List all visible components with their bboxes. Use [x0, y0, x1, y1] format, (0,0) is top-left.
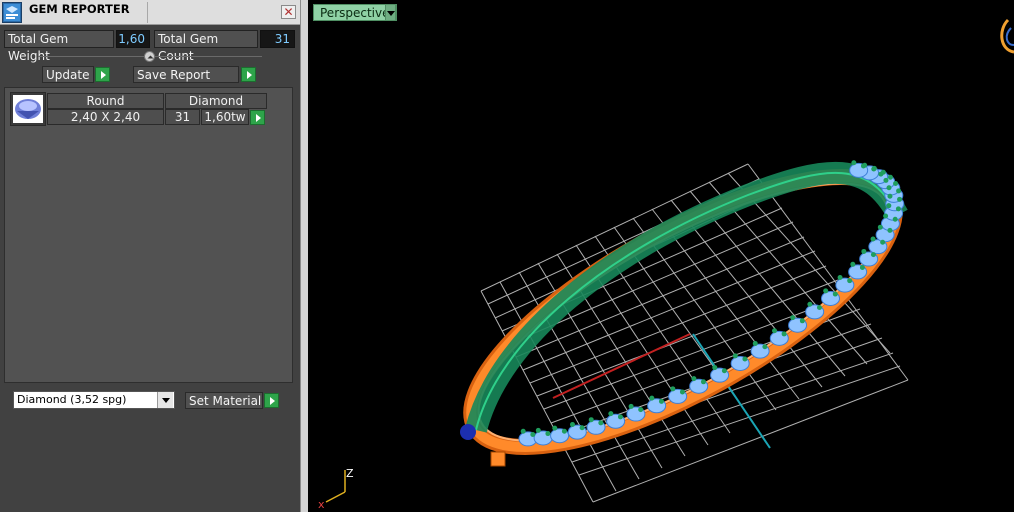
bangle-model — [460, 161, 908, 467]
prong — [670, 386, 676, 392]
prong — [799, 318, 805, 324]
prong — [691, 376, 697, 382]
prong — [679, 389, 685, 395]
gem-reporter-icon — [2, 2, 22, 23]
view-mode-dropdown-icon[interactable] — [385, 4, 396, 21]
prong — [823, 288, 829, 294]
prong — [880, 169, 886, 175]
prong — [588, 417, 594, 423]
prong — [569, 422, 575, 428]
prong — [892, 216, 898, 222]
prong — [561, 428, 567, 434]
prong — [837, 274, 843, 280]
total-gem-weight-label: Total Gem Weight — [4, 30, 114, 63]
prong — [520, 428, 526, 434]
total-gem-count-label: Total Gem Count — [154, 30, 258, 63]
round-gem-icon — [10, 92, 46, 126]
axis-x-label: x — [318, 498, 325, 511]
prong — [893, 181, 899, 187]
3d-viewport[interactable]: Z x — [308, 0, 1014, 512]
gem-row-play-arrow-icon[interactable] — [250, 110, 265, 125]
prong — [752, 341, 758, 347]
prong — [886, 203, 892, 209]
gem-type-cell: Diamond — [165, 93, 267, 109]
title-divider — [147, 2, 148, 23]
prong — [870, 236, 876, 242]
corner-logo-icon — [1000, 18, 1014, 54]
prong — [732, 353, 738, 359]
save-report-button[interactable]: Save Report — [133, 66, 239, 83]
prong — [883, 213, 889, 219]
total-gem-weight-value: 1,60 — [116, 30, 150, 48]
prong — [772, 328, 778, 334]
prong — [700, 379, 706, 385]
prong — [847, 278, 853, 284]
axis-gizmo — [325, 470, 346, 503]
prong — [742, 356, 748, 362]
gem-count-cell: 31 — [165, 109, 200, 125]
panel-splitter[interactable] — [300, 0, 308, 512]
panel-title: GEM REPORTER — [29, 2, 130, 16]
axis-z-label: Z — [346, 467, 354, 480]
prong — [859, 265, 865, 271]
prong — [628, 403, 634, 409]
save-report-play-arrow-icon[interactable] — [241, 67, 256, 82]
prong — [887, 193, 893, 199]
prong — [638, 407, 644, 413]
prong — [579, 425, 585, 431]
gem-weight-cell: 1,60tw — [201, 109, 249, 125]
prong — [895, 206, 901, 212]
update-play-arrow-icon[interactable] — [95, 67, 110, 82]
prong — [887, 174, 893, 180]
set-material-play-arrow-icon[interactable] — [264, 393, 279, 408]
prong — [897, 196, 903, 202]
prong — [598, 420, 604, 426]
prong — [816, 304, 822, 310]
gem-list — [4, 87, 293, 383]
prong — [832, 291, 838, 297]
prong — [790, 315, 796, 321]
close-icon[interactable]: ✕ — [281, 5, 296, 19]
gem-shape-cell: Round — [47, 93, 164, 109]
prong — [870, 252, 876, 258]
prong — [883, 177, 889, 183]
prong — [886, 185, 892, 191]
collapse-arrow-icon[interactable] — [144, 51, 155, 62]
set-material-button[interactable]: Set Material — [185, 392, 263, 409]
prong — [871, 165, 877, 171]
prong — [896, 188, 902, 194]
total-gem-count-value: 31 — [260, 30, 295, 48]
prong — [617, 414, 623, 420]
prong — [850, 261, 856, 267]
prong — [721, 368, 727, 374]
prong — [880, 239, 886, 245]
prong — [860, 163, 866, 169]
material-select[interactable]: Diamond (3,52 spg) — [13, 391, 175, 409]
prong — [877, 224, 883, 230]
prong — [781, 331, 787, 337]
prong — [807, 301, 813, 307]
prong — [658, 398, 664, 404]
prong — [762, 344, 768, 350]
prong — [887, 227, 893, 233]
prong — [712, 365, 718, 371]
prong — [861, 248, 867, 254]
update-button[interactable]: Update — [42, 66, 94, 83]
prong — [552, 425, 558, 431]
prong — [608, 411, 614, 417]
gem-size-cell: 2,40 X 2,40 — [47, 109, 164, 125]
prong — [851, 160, 857, 166]
prong — [535, 427, 541, 433]
chevron-down-icon[interactable] — [157, 392, 173, 408]
prong — [649, 395, 655, 401]
prong — [545, 431, 551, 437]
prong — [530, 431, 536, 437]
view-mode-button[interactable]: Perspective — [313, 4, 397, 21]
